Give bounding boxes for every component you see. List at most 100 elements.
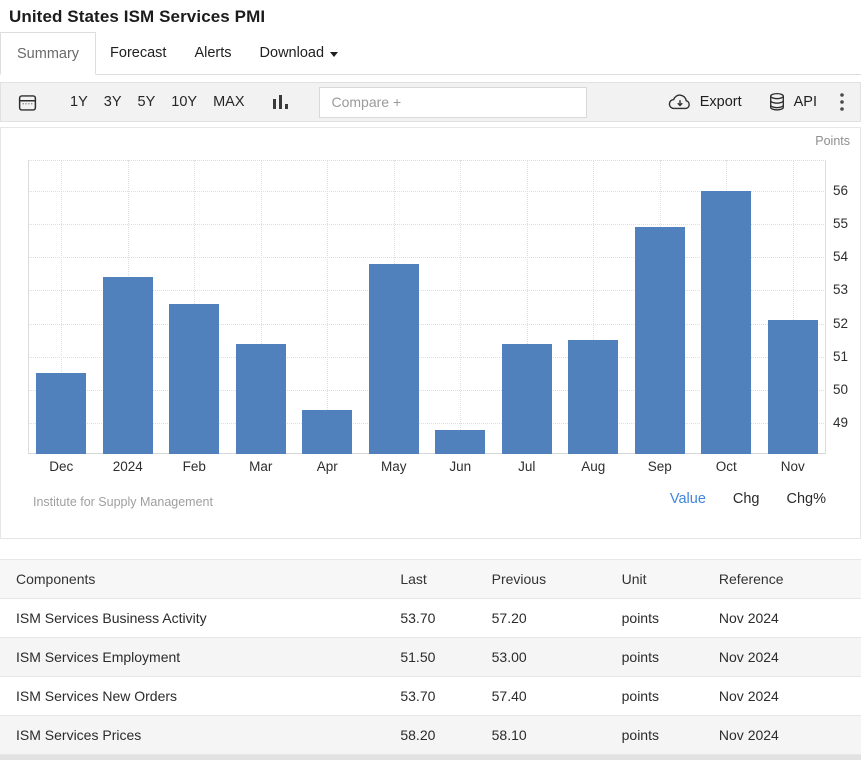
toolbar-right: Export API	[655, 92, 850, 112]
table-row[interactable]: ISM Services Prices58.2058.10pointsNov 2…	[0, 716, 861, 755]
table-header-row: ComponentsLastPreviousUnitReference	[0, 560, 861, 599]
cell-component: ISM Services Business Activity	[0, 599, 400, 638]
column-header-components: Components	[0, 560, 400, 599]
range-button-1y[interactable]: 1Y	[62, 94, 96, 110]
bar-nov[interactable]	[768, 320, 818, 454]
y-axis-tick-label: 49	[833, 414, 861, 432]
x-axis-tick-label: Jun	[427, 459, 493, 474]
view-option-chg[interactable]: Chg	[733, 491, 760, 507]
chart-view-options: Value Chg Chg%	[670, 491, 826, 507]
bar-feb[interactable]	[169, 304, 219, 454]
v-gridline	[460, 160, 461, 454]
y-axis-tick-label: 53	[833, 281, 861, 299]
cell-reference: Nov 2024	[719, 716, 861, 755]
calendar-button[interactable]	[11, 92, 44, 113]
view-option-value[interactable]: Value	[670, 491, 706, 507]
x-axis-tick-label: Nov	[760, 459, 826, 474]
y-axis-tick-label: 51	[833, 348, 861, 366]
range-button-10y[interactable]: 10Y	[163, 94, 205, 110]
bar-sep[interactable]	[635, 227, 685, 454]
x-axis-tick-label: Mar	[228, 459, 294, 474]
bottom-strip	[0, 755, 861, 760]
bar-oct[interactable]	[701, 191, 751, 454]
bar-2024[interactable]	[103, 277, 153, 454]
column-header-reference: Reference	[719, 560, 861, 599]
x-axis-tick-label: 2024	[95, 459, 161, 474]
cell-last: 53.70	[400, 677, 491, 716]
page-header: United States ISM Services PMI	[0, 0, 861, 32]
calendar-icon	[17, 92, 38, 113]
x-axis-tick-label: Aug	[560, 459, 626, 474]
table-row[interactable]: ISM Services Business Activity53.7057.20…	[0, 599, 861, 638]
y-axis-tick-label: 55	[833, 215, 861, 233]
api-database-icon	[768, 92, 786, 112]
y-axis-unit-label: Points	[815, 134, 850, 148]
tab-label: Alerts	[194, 45, 231, 61]
bar-may[interactable]	[369, 264, 419, 454]
cell-previous: 57.40	[492, 677, 622, 716]
cell-unit: points	[622, 716, 719, 755]
column-header-last: Last	[400, 560, 491, 599]
kebab-menu-button[interactable]	[830, 93, 850, 111]
cell-reference: Nov 2024	[719, 677, 861, 716]
tab-summary[interactable]: Summary	[0, 32, 96, 75]
view-option-chgpct[interactable]: Chg%	[787, 491, 827, 507]
kebab-menu-icon	[840, 93, 844, 111]
api-button[interactable]: API	[755, 92, 830, 112]
range-button-max[interactable]: MAX	[205, 94, 252, 110]
bar-jun[interactable]	[435, 430, 485, 454]
y-axis-tick-label: 52	[833, 315, 861, 333]
cell-unit: points	[622, 638, 719, 677]
compare-input-wrapper	[319, 87, 587, 118]
export-button[interactable]: Export	[655, 93, 755, 111]
cell-previous: 53.00	[492, 638, 622, 677]
cell-previous: 57.20	[492, 599, 622, 638]
y-axis-tick-label: 54	[833, 248, 861, 266]
table-row[interactable]: ISM Services New Orders53.7057.40pointsN…	[0, 677, 861, 716]
x-axis-tick-label: Oct	[693, 459, 759, 474]
column-header-unit: Unit	[622, 560, 719, 599]
cell-reference: Nov 2024	[719, 638, 861, 677]
y-axis-tick-label: 56	[833, 182, 861, 200]
chart-card: Points Institute for Supply Management V…	[0, 127, 861, 539]
tab-download[interactable]: Download	[246, 32, 353, 74]
x-axis-tick-label: Feb	[161, 459, 227, 474]
cell-component: ISM Services Prices	[0, 716, 400, 755]
tab-alerts[interactable]: Alerts	[180, 32, 245, 74]
compare-input[interactable]	[319, 87, 587, 118]
cell-last: 51.50	[400, 638, 491, 677]
table-row[interactable]: ISM Services Employment51.5053.00pointsN…	[0, 638, 861, 677]
cell-last: 58.20	[400, 716, 491, 755]
cell-unit: points	[622, 677, 719, 716]
x-axis-tick-label: Dec	[28, 459, 94, 474]
tab-forecast[interactable]: Forecast	[96, 32, 180, 74]
tab-label: Forecast	[110, 45, 166, 61]
bar-apr[interactable]	[302, 410, 352, 454]
bar-aug[interactable]	[568, 340, 618, 454]
bar-mar[interactable]	[236, 344, 286, 455]
x-axis-tick-label: May	[361, 459, 427, 474]
cell-last: 53.70	[400, 599, 491, 638]
api-label: API	[794, 94, 817, 110]
range-button-3y[interactable]: 3Y	[96, 94, 130, 110]
chart-toolbar: 1Y3Y5Y10YMAX Export	[0, 82, 861, 122]
column-chart-icon	[272, 93, 289, 111]
range-button-5y[interactable]: 5Y	[130, 94, 164, 110]
column-header-previous: Previous	[492, 560, 622, 599]
x-axis-tick-label: Jul	[494, 459, 560, 474]
tab-label: Download	[260, 45, 325, 61]
export-label: Export	[700, 94, 742, 110]
y-axis-tick-label: 50	[833, 381, 861, 399]
bar-dec[interactable]	[36, 373, 86, 454]
bar-jul[interactable]	[502, 344, 552, 455]
page-title: United States ISM Services PMI	[9, 7, 852, 27]
x-axis-tick-label: Apr	[294, 459, 360, 474]
cell-unit: points	[622, 599, 719, 638]
chart-source-attribution: Institute for Supply Management	[33, 495, 213, 509]
cell-previous: 58.10	[492, 716, 622, 755]
cell-component: ISM Services New Orders	[0, 677, 400, 716]
export-cloud-icon	[668, 93, 692, 111]
components-table: ComponentsLastPreviousUnitReference ISM …	[0, 559, 861, 755]
cell-component: ISM Services Employment	[0, 638, 400, 677]
chart-type-button[interactable]	[266, 93, 295, 111]
